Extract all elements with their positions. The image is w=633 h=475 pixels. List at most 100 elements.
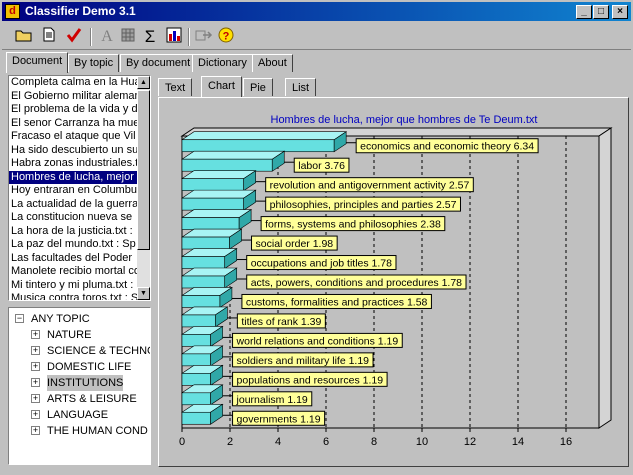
minimize-button[interactable]: _	[576, 5, 592, 19]
document-list[interactable]: Completa calma en la Hua El Gobierno mili…	[8, 75, 151, 301]
expand-toggle[interactable]: +	[31, 426, 40, 435]
tree-node-label: DOMESTIC LIFE	[47, 361, 132, 373]
tree-node-label: INSTITUTIONS	[47, 375, 124, 391]
chart-side-wall	[598, 127, 612, 429]
tab-text[interactable]: Text	[158, 78, 193, 96]
data-label: labor 3.76	[298, 160, 345, 172]
tab-by-topic[interactable]: By topic	[68, 54, 120, 72]
data-label: economics and economic theory 6.34	[360, 141, 534, 153]
app-icon: d	[5, 4, 20, 19]
expand-toggle[interactable]: +	[31, 362, 40, 371]
document-list-item[interactable]: Musica contra toros.txt : S	[9, 292, 137, 300]
scroll-down-button[interactable]: ▼	[137, 287, 150, 300]
tab-list[interactable]: List	[285, 78, 317, 96]
bar	[181, 295, 221, 308]
x-tick-label: 6	[323, 436, 329, 448]
x-tick-label: 12	[464, 436, 476, 448]
sigma-icon[interactable]: Σ	[140, 27, 160, 47]
document-list-scrollbar[interactable]: ▲ ▼	[137, 76, 150, 300]
tree-node-label: ARTS & LEISURE	[47, 393, 137, 405]
close-button[interactable]: ×	[612, 5, 628, 19]
font-icon[interactable]: A	[97, 27, 117, 47]
bar	[181, 256, 226, 269]
data-label: populations and resources 1.19	[237, 374, 384, 386]
expand-toggle[interactable]: +	[31, 378, 40, 387]
data-label: philosophies, principles and parties 2.5…	[270, 199, 457, 211]
document-list-item[interactable]: La constitucion nueva se	[9, 211, 137, 225]
tab-by-document[interactable]: By document	[120, 54, 197, 72]
document-list-item[interactable]: Ha sido descubierto un su	[9, 144, 137, 158]
title-bar: d Classifier Demo 3.1 _ □ ×	[2, 2, 631, 21]
data-label: journalism 1.19	[236, 394, 308, 406]
x-tick-label: 10	[416, 436, 428, 448]
bar	[181, 334, 211, 347]
document-list-item[interactable]: Completa calma en la Hua	[9, 76, 137, 90]
tree-node-label: SCIENCE & TECHNO	[47, 345, 151, 357]
bar-top	[181, 150, 286, 160]
maximize-button[interactable]: □	[593, 5, 609, 19]
scroll-thumb[interactable]	[137, 90, 150, 250]
toolbar-separator	[188, 28, 190, 46]
export-icon[interactable]	[194, 27, 214, 47]
document-list-item[interactable]: El senor Carranza ha mue	[9, 117, 137, 131]
tab-about[interactable]: About	[252, 54, 293, 72]
bar	[181, 314, 216, 328]
expand-toggle[interactable]: +	[31, 330, 40, 339]
toolbar-separator	[90, 28, 92, 46]
topic-tree[interactable]: − ANY TOPIC + NATURE + SCIENCE & TECHNO + DOM…	[8, 307, 151, 465]
document-list-item[interactable]: Fracaso el ataque que Vil	[9, 130, 137, 144]
help-icon[interactable]: ?	[216, 27, 236, 47]
tree-root-label: ANY TOPIC	[31, 313, 90, 325]
window-title: Classifier Demo 3.1	[25, 4, 136, 18]
document-list-item[interactable]: Las facultades del Poder	[9, 252, 137, 266]
document-list-item[interactable]: La actualidad de la guerra	[9, 198, 137, 212]
tab-dictionary[interactable]: Dictionary	[192, 54, 253, 72]
bar	[181, 197, 244, 211]
grid-icon[interactable]	[118, 27, 138, 47]
document-list-item[interactable]: Hombres de lucha, mejor	[9, 170, 137, 184]
new-document-icon[interactable]	[39, 27, 59, 47]
document-list-item[interactable]: Manolete recibio mortal co	[9, 265, 137, 279]
bar	[181, 392, 211, 406]
data-label: forms, systems and philosophies 2.38	[265, 219, 441, 231]
document-list-item[interactable]: Hoy entraran en Columbu	[9, 184, 137, 198]
x-tick-label: 14	[512, 436, 524, 448]
check-icon[interactable]	[64, 27, 84, 47]
document-list-item[interactable]: El Gobierno militar aleman	[9, 90, 137, 104]
collapse-toggle[interactable]: −	[15, 314, 24, 323]
data-label: world relations and conditions 1.19	[236, 335, 399, 347]
tree-node-label: NATURE	[47, 329, 92, 341]
x-tick-label: 0	[179, 436, 185, 448]
bar	[181, 373, 211, 386]
chart-panel: Hombres de lucha, mejor que hombres de T…	[158, 97, 629, 467]
chart-icon[interactable]	[164, 27, 184, 47]
open-folder-icon[interactable]	[14, 27, 34, 47]
tab-document[interactable]: Document	[6, 52, 69, 73]
document-list-item[interactable]: La paz del mundo.txt : Sp	[9, 238, 137, 252]
tree-node-label: LANGUAGE	[47, 409, 109, 421]
expand-toggle[interactable]: +	[31, 346, 40, 355]
x-tick-label: 16	[560, 436, 572, 448]
tab-pie[interactable]: Pie	[243, 78, 273, 96]
bar	[181, 275, 226, 289]
bar	[181, 158, 273, 172]
data-label: customs, formalities and practices 1.58	[246, 296, 428, 308]
document-list-item[interactable]: Habra zonas industriales.t	[9, 157, 137, 171]
data-label: social order 1.98	[256, 238, 334, 250]
bar	[181, 139, 335, 153]
x-tick-label: 2	[227, 436, 233, 448]
scroll-up-button[interactable]: ▲	[137, 76, 150, 89]
tab-chart[interactable]: Chart	[201, 76, 242, 97]
x-tick-label: 8	[371, 436, 377, 448]
bar	[181, 411, 211, 425]
expand-toggle[interactable]: +	[31, 410, 40, 419]
document-list-item[interactable]: El problema de la vida y d	[9, 103, 137, 117]
bar-top	[181, 170, 257, 179]
bar	[181, 236, 230, 250]
data-label: occupations and job titles 1.78	[251, 258, 392, 270]
expand-toggle[interactable]: +	[31, 394, 40, 403]
bar	[181, 353, 211, 367]
document-list-item[interactable]: Mi tintero y mi pluma.txt :	[9, 279, 137, 293]
document-list-item[interactable]: La hora de la justicia.txt :	[9, 225, 137, 239]
toolbar: A Σ ?	[2, 24, 631, 50]
